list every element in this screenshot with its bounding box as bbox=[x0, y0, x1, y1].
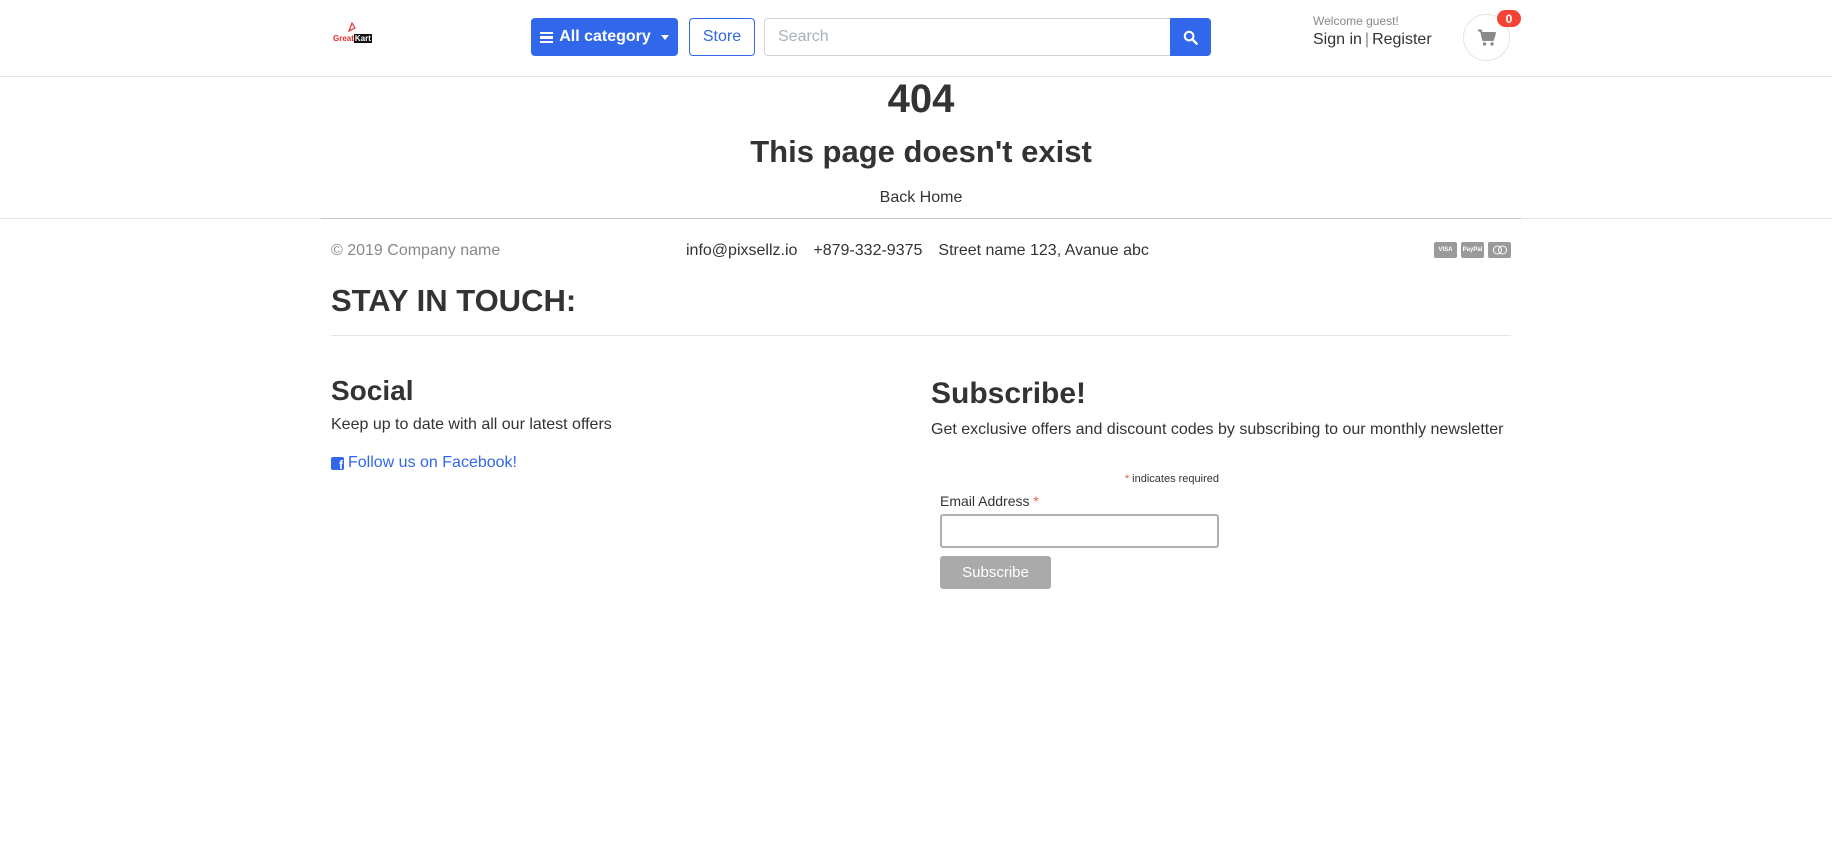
social-text: Keep up to date with all our latest offe… bbox=[331, 416, 612, 433]
payment-icons: VISA PayPal bbox=[1434, 242, 1511, 258]
email-label-text: Email Address bbox=[940, 493, 1034, 509]
logo-text: GreatKart bbox=[333, 34, 372, 43]
paypal-icon: PayPal bbox=[1461, 242, 1484, 258]
store-button[interactable]: Store bbox=[689, 18, 755, 56]
footer-top-border bbox=[321, 218, 1521, 219]
contact-info: info@pixsellz.io +879-332-9375 Street name… bbox=[686, 242, 1165, 260]
required-note: * indicates required bbox=[940, 473, 1219, 485]
email-label: Email Address * bbox=[940, 493, 1039, 509]
logo-text-great: Great bbox=[333, 34, 354, 43]
auth-separator: | bbox=[1364, 31, 1370, 48]
search-button[interactable] bbox=[1170, 18, 1211, 56]
required-note-text: indicates required bbox=[1129, 473, 1219, 485]
error-message: This page doesn't exist bbox=[750, 134, 1092, 169]
subscribe-heading: Subscribe! bbox=[931, 377, 1087, 410]
stay-in-touch-divider bbox=[331, 335, 1511, 336]
email-required-asterisk: * bbox=[1033, 493, 1039, 509]
mastercard-circles-icon bbox=[1492, 245, 1507, 255]
cart-count-badge: 0 bbox=[1497, 10, 1521, 27]
subscribe-text: Get exclusive offers and discount codes … bbox=[931, 421, 1504, 438]
logo-text-kart: Kart bbox=[353, 34, 372, 43]
search-input[interactable] bbox=[764, 18, 1171, 56]
menu-icon bbox=[540, 31, 554, 43]
facebook-icon bbox=[331, 456, 344, 471]
mastercard-icon bbox=[1488, 242, 1511, 258]
auth-links: Sign in | Register bbox=[1313, 31, 1432, 49]
copyright-text: © 2019 Company name bbox=[331, 242, 501, 259]
contact-phone: +879-332-9375 bbox=[813, 242, 923, 259]
welcome-text: Welcome guest! bbox=[1313, 14, 1399, 28]
facebook-link-label: Follow us on Facebook! bbox=[348, 454, 517, 471]
stay-in-touch-heading: STAY IN TOUCH: bbox=[331, 283, 577, 318]
logo[interactable]: GreatKart bbox=[331, 22, 373, 48]
contact-email: info@pixsellz.io bbox=[686, 242, 798, 259]
search-icon bbox=[1183, 30, 1198, 45]
social-heading: Social bbox=[331, 375, 414, 406]
error-code: 404 bbox=[887, 77, 955, 121]
subscribe-button[interactable]: Subscribe bbox=[940, 556, 1051, 589]
visa-icon: VISA bbox=[1434, 242, 1457, 258]
back-home-container: Back Home bbox=[0, 189, 1832, 207]
sign-in-link[interactable]: Sign in bbox=[1313, 31, 1362, 48]
contact-address: Street name 123, Avanue abc bbox=[938, 242, 1149, 259]
facebook-link[interactable]: Follow us on Facebook! bbox=[331, 454, 517, 472]
all-category-label: All category bbox=[559, 28, 651, 45]
logo-mark-icon bbox=[347, 22, 356, 32]
email-field[interactable] bbox=[940, 514, 1219, 548]
register-link[interactable]: Register bbox=[1372, 31, 1432, 48]
all-category-button[interactable]: All category bbox=[531, 18, 678, 56]
shopping-cart-icon bbox=[1477, 29, 1496, 46]
back-home-link[interactable]: Back Home bbox=[880, 189, 963, 206]
site-header: GreatKart All category Store Welcome gue… bbox=[0, 0, 1832, 77]
caret-down-icon bbox=[660, 34, 669, 40]
